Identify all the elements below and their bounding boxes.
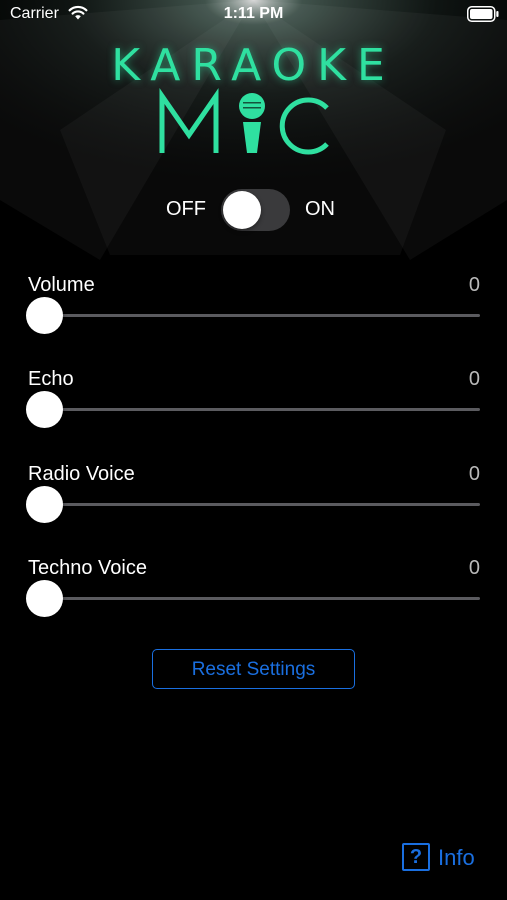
echo-slider-group: Echo 0 [26, 368, 480, 448]
echo-label: Echo [28, 368, 74, 390]
toggle-off-label: OFF [166, 198, 206, 220]
techno-voice-label: Techno Voice [28, 557, 147, 579]
status-time: 1:11 PM [223, 5, 284, 22]
volume-slider[interactable] [26, 297, 480, 334]
echo-value: 0 [468, 368, 480, 390]
radio-voice-label: Radio Voice [28, 463, 135, 485]
techno-voice-slider-group: Techno Voice 0 [26, 557, 480, 637]
toggle-knob[interactable] [223, 191, 261, 229]
question-mark-icon[interactable]: ? [402, 843, 430, 871]
power-toggle[interactable] [221, 189, 290, 231]
reset-settings-button[interactable]: Reset Settings [152, 649, 355, 689]
toggle-on-label: ON [305, 198, 335, 220]
radio-voice-slider[interactable] [26, 486, 480, 523]
battery-icon [467, 6, 499, 22]
karaoke-mic-logo: KARAOKE [0, 40, 507, 165]
techno-voice-value: 0 [468, 557, 480, 579]
karaoke-mic-screen: Carrier 1:11 PM KARAOKE OFF ON Volume 0 … [0, 0, 507, 900]
echo-slider[interactable] [26, 391, 480, 428]
volume-label: Volume [28, 274, 95, 296]
logo-mic-wordmark [159, 87, 329, 155]
techno-voice-slider-thumb[interactable] [26, 580, 63, 617]
status-bar: Carrier 1:11 PM [0, 0, 507, 30]
power-toggle-row: OFF ON [0, 186, 507, 232]
radio-voice-value: 0 [468, 463, 480, 485]
radio-voice-slider-group: Radio Voice 0 [26, 463, 480, 543]
techno-voice-slider[interactable] [26, 580, 480, 617]
volume-slider-group: Volume 0 [26, 274, 480, 354]
volume-slider-thumb[interactable] [26, 297, 63, 334]
volume-value: 0 [468, 274, 480, 296]
info-label[interactable]: Info [438, 845, 475, 871]
echo-slider-thumb[interactable] [26, 391, 63, 428]
radio-voice-slider-thumb[interactable] [26, 486, 63, 523]
